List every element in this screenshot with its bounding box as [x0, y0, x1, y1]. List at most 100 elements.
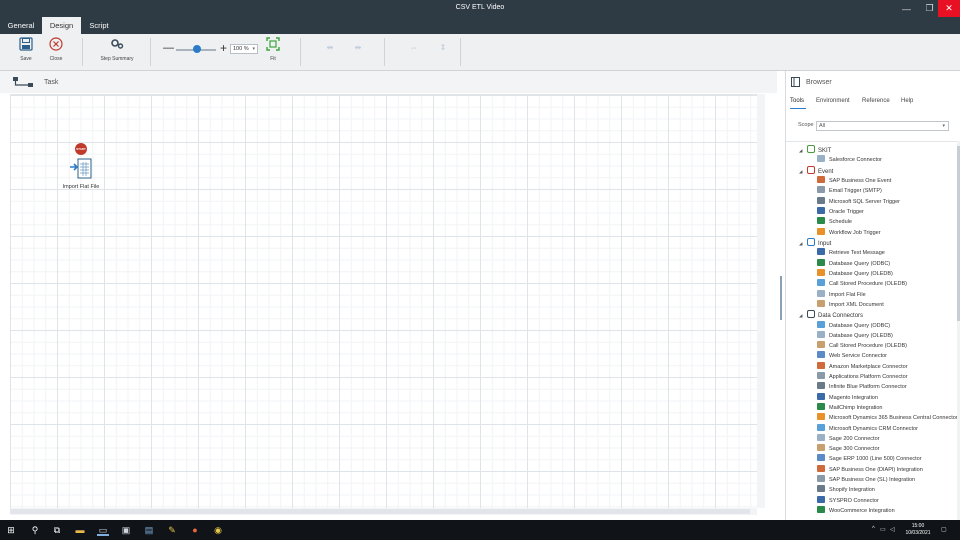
category-label: Data Connectors [818, 313, 864, 320]
zoom-slider-handle[interactable] [193, 45, 201, 53]
canvas-horizontal-scrollbar[interactable] [10, 508, 757, 515]
tool-icon [817, 155, 825, 163]
tree-item[interactable]: MailChimp Integration [817, 402, 883, 413]
tree-item[interactable]: Magento Integration [817, 392, 878, 403]
ribbon-separator [384, 38, 385, 66]
tree-item[interactable]: Web Service Connector [817, 351, 887, 361]
tree-item[interactable]: Workflow Job Trigger [817, 227, 881, 238]
tree-item[interactable]: WooCommerce Integration [817, 505, 895, 516]
tool-icon [817, 320, 825, 328]
zoom-select[interactable]: 100 % ▾ [230, 44, 258, 54]
clock[interactable]: 15:00 10/03/2021 [900, 523, 936, 537]
category-icon [807, 165, 815, 174]
tree-item[interactable]: Applications Platform Connector [817, 372, 908, 382]
expand-icon[interactable]: ◢ [799, 167, 807, 177]
tree-item[interactable]: Import Flat File [817, 289, 866, 300]
design-canvas[interactable] [10, 94, 757, 508]
notifications-icon[interactable]: ▢ [941, 526, 947, 533]
volume-icon[interactable]: ◁ [890, 526, 895, 533]
tab-tools[interactable]: Tools [790, 98, 804, 104]
tree-item[interactable]: Email Trigger (SMTP) [817, 186, 882, 196]
zoom-out-button[interactable]: — [163, 42, 174, 54]
tree-item[interactable]: Microsoft Dynamics CRM Connector [817, 423, 918, 434]
tool-icon [817, 495, 825, 503]
category-label: Input [818, 240, 832, 247]
task-view-icon[interactable]: ⧉ [51, 524, 63, 536]
tool-label: Microsoft Dynamics CRM Connector [829, 425, 918, 432]
expand-icon[interactable]: ◢ [799, 239, 807, 249]
tree-item[interactable]: SYSPRO Connector [817, 495, 879, 506]
network-icon[interactable]: ▭ [880, 526, 886, 533]
expand-icon[interactable]: ◢ [799, 146, 807, 156]
category-icon [807, 310, 815, 319]
file-explorer-icon[interactable]: ▬ [74, 524, 86, 536]
tree-category[interactable]: ◢ Event [799, 165, 833, 177]
save-button[interactable]: Save [16, 37, 36, 62]
tree-category[interactable]: ◢ SKIT [799, 145, 831, 155]
tree-item[interactable]: Oracle Trigger [817, 207, 864, 217]
tree-item[interactable]: Call Stored Procedure (OLEDB) [817, 341, 907, 351]
tree-item[interactable]: SAP Business One Event [817, 176, 891, 186]
chrome-icon[interactable]: ◉ [212, 524, 224, 536]
designer-app-icon[interactable]: ✎ [166, 524, 178, 536]
import-flat-file-node[interactable]: START Import Flat File [60, 143, 102, 190]
close-window-button[interactable]: ✕ [938, 0, 960, 17]
chevron-down-icon: ▾ [252, 46, 255, 52]
task-flow-icon [13, 77, 33, 87]
tab-reference[interactable]: Reference [862, 98, 890, 104]
scope-select[interactable]: All ▾ [816, 121, 949, 131]
tree-item[interactable]: Salesforce Connector [817, 155, 882, 165]
minimize-button[interactable]: — [895, 0, 918, 17]
app-window-icon[interactable]: ▭ [97, 524, 109, 536]
tree-item[interactable]: Amazon Marketplace Connector [817, 361, 908, 372]
media-app-icon[interactable]: ● [189, 524, 201, 536]
tree-item[interactable]: Schedule [817, 217, 852, 227]
tree-item[interactable]: Call Stored Procedure (OLEDB) [817, 279, 907, 289]
canvas-vertical-scrollbar[interactable] [757, 94, 765, 508]
tab-help[interactable]: Help [901, 98, 913, 104]
step-summary-button[interactable]: Step Summary [97, 37, 137, 62]
step-summary-label: Step Summary [100, 56, 134, 62]
tree-item[interactable]: Database Query (ODBC) [817, 320, 890, 331]
tree-item[interactable]: Microsoft Dynamics 365 Business Central … [817, 413, 957, 423]
tree-item[interactable]: Infinite Blue Platform Connector [817, 382, 907, 392]
scrollbar-thumb[interactable] [10, 509, 750, 514]
zoom-in-button[interactable]: + [220, 41, 227, 55]
tree-item[interactable]: Retrieve Text Message [817, 248, 885, 258]
tab-design[interactable]: Design [42, 17, 81, 34]
close-button[interactable]: Close [46, 37, 66, 62]
main-tabs: General Design Script [0, 17, 960, 34]
fit-button[interactable]: Fit [263, 37, 283, 62]
tree-category[interactable]: ◢ Data Connectors [799, 310, 863, 320]
tab-general[interactable]: General [0, 17, 42, 34]
tree-item[interactable]: SAP Business One (DIAPI) Integration [817, 464, 923, 475]
tool-icon [817, 361, 825, 369]
tool-label: Sage 200 Connector [829, 435, 880, 442]
tree-item[interactable]: Microsoft SQL Server Trigger [817, 196, 900, 207]
search-icon[interactable]: ⚲ [29, 524, 41, 536]
tree-item[interactable]: Database Query (ODBC) [817, 258, 890, 269]
tool-icon [817, 341, 825, 349]
tree-item[interactable]: Database Query (OLEDB) [817, 268, 893, 279]
tool-icon [817, 217, 825, 225]
start-menu-icon[interactable]: ⊞ [5, 524, 17, 536]
tree-item[interactable]: Database Query (OLEDB) [817, 330, 893, 341]
document-app-icon[interactable]: ▤ [143, 524, 155, 536]
tool-icon [817, 372, 825, 379]
tree-item[interactable]: SAP Business One (SL) Integration [817, 475, 915, 485]
tree-category[interactable]: ◢ Input [799, 237, 832, 249]
tool-label: Import XML Document [829, 301, 884, 308]
tree-item[interactable]: Shopify Integration [817, 485, 875, 495]
tray-chevron-icon[interactable]: ^ [872, 526, 875, 532]
tree-item[interactable]: Sage 200 Connector [817, 433, 880, 444]
browser-title: Browser [806, 79, 832, 86]
tab-environment[interactable]: Environment [816, 98, 850, 104]
expand-icon[interactable]: ◢ [799, 311, 807, 321]
app-icon[interactable]: ▣ [120, 524, 132, 536]
tree-item[interactable]: Sage ERP 1000 (Line 500) Connector [817, 454, 922, 464]
tree-item[interactable]: Sage 300 Connector [817, 444, 879, 454]
tab-script[interactable]: Script [81, 17, 117, 34]
tree-item[interactable]: Import XML Document [817, 299, 884, 310]
panel-splitter-handle[interactable] [780, 276, 782, 320]
tool-icon [817, 485, 825, 493]
